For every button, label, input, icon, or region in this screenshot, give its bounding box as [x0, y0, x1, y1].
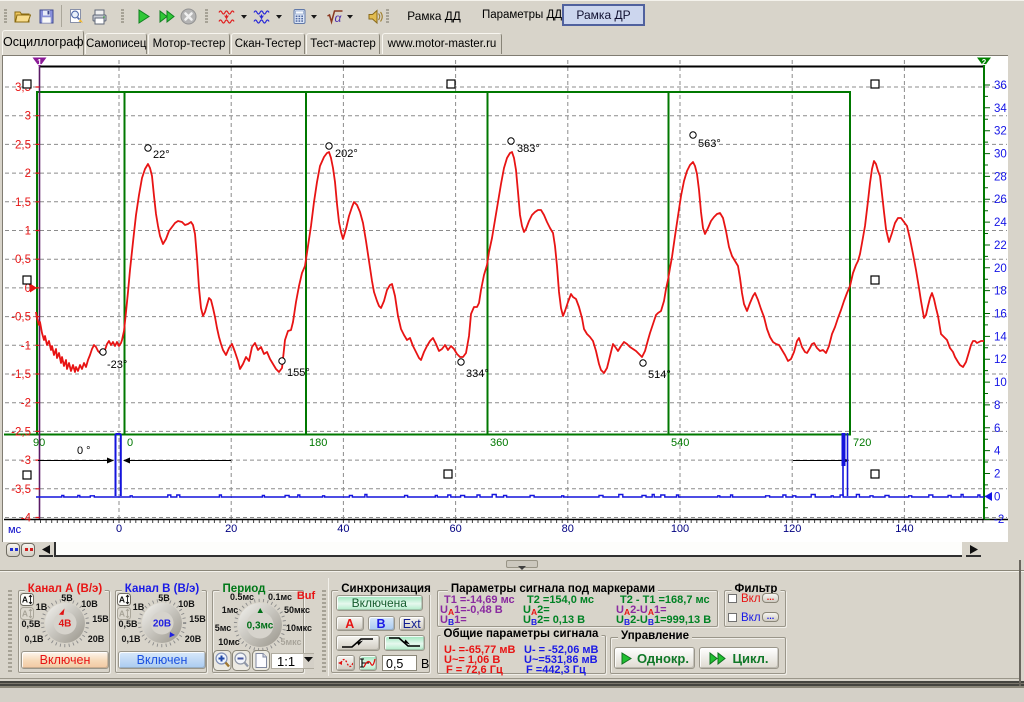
- svg-text:30: 30: [994, 149, 1007, 161]
- svg-text:-3: -3: [21, 455, 31, 467]
- svg-text:α: α: [335, 11, 343, 25]
- svg-text:2: 2: [25, 168, 31, 180]
- svg-text:6: 6: [994, 423, 1000, 435]
- svg-text:563°: 563°: [698, 138, 721, 150]
- svg-text:383°: 383°: [517, 143, 540, 155]
- svg-text:100: 100: [671, 523, 689, 535]
- svg-text:-1: -1: [21, 340, 31, 352]
- svg-text:24: 24: [994, 217, 1007, 229]
- svg-text:720: 720: [853, 437, 871, 449]
- svg-text:0: 0: [994, 491, 1000, 503]
- svg-text:10: 10: [994, 377, 1007, 389]
- svg-text:-23°: -23°: [107, 359, 127, 371]
- svg-text:20: 20: [225, 523, 237, 535]
- svg-text:-1,5: -1,5: [11, 369, 31, 381]
- svg-text:0 °: 0 °: [77, 445, 91, 457]
- svg-text:14: 14: [994, 331, 1007, 343]
- svg-text:540: 540: [671, 437, 689, 449]
- svg-text:180: 180: [309, 437, 327, 449]
- svg-text:40: 40: [337, 523, 349, 535]
- svg-text:22°: 22°: [153, 149, 170, 161]
- svg-text:360: 360: [490, 437, 508, 449]
- svg-text:26: 26: [994, 194, 1007, 206]
- svg-text:36: 36: [994, 80, 1007, 92]
- svg-text:140: 140: [895, 523, 913, 535]
- svg-text:4: 4: [994, 446, 1001, 458]
- svg-text:12: 12: [994, 354, 1007, 366]
- svg-text:120: 120: [783, 523, 801, 535]
- svg-text:34: 34: [994, 103, 1007, 115]
- svg-text:28: 28: [994, 171, 1007, 183]
- svg-text:2,5: 2,5: [15, 139, 31, 151]
- svg-text:1: 1: [25, 226, 31, 238]
- svg-text:1: 1: [37, 58, 42, 67]
- svg-text:2: 2: [994, 469, 1000, 481]
- svg-text:8: 8: [994, 400, 1000, 412]
- svg-text:1,5: 1,5: [15, 197, 31, 209]
- svg-text:0: 0: [116, 523, 122, 535]
- svg-text:80: 80: [562, 523, 574, 535]
- svg-text:334°: 334°: [466, 368, 489, 380]
- svg-text:-4: -4: [21, 513, 32, 525]
- svg-text:20: 20: [994, 263, 1007, 275]
- svg-text:18: 18: [994, 286, 1007, 298]
- svg-text:32: 32: [994, 126, 1007, 138]
- svg-text:60: 60: [449, 523, 461, 535]
- svg-text:-2,5: -2,5: [11, 426, 31, 438]
- svg-text:22: 22: [994, 240, 1007, 252]
- svg-text:-2: -2: [994, 514, 1004, 526]
- svg-text:16: 16: [994, 309, 1007, 321]
- svg-text:0,5: 0,5: [15, 254, 31, 266]
- svg-text:202°: 202°: [335, 148, 358, 160]
- svg-text:155°: 155°: [287, 367, 310, 379]
- svg-text:3: 3: [25, 111, 31, 123]
- svg-text:-0,5: -0,5: [11, 312, 31, 324]
- svg-text:514°: 514°: [648, 369, 671, 381]
- svg-text:0: 0: [127, 437, 133, 449]
- svg-text:-3,5: -3,5: [11, 484, 31, 496]
- svg-text:мс: мс: [8, 524, 22, 536]
- svg-text:2: 2: [982, 58, 987, 67]
- svg-text:-2: -2: [21, 398, 31, 410]
